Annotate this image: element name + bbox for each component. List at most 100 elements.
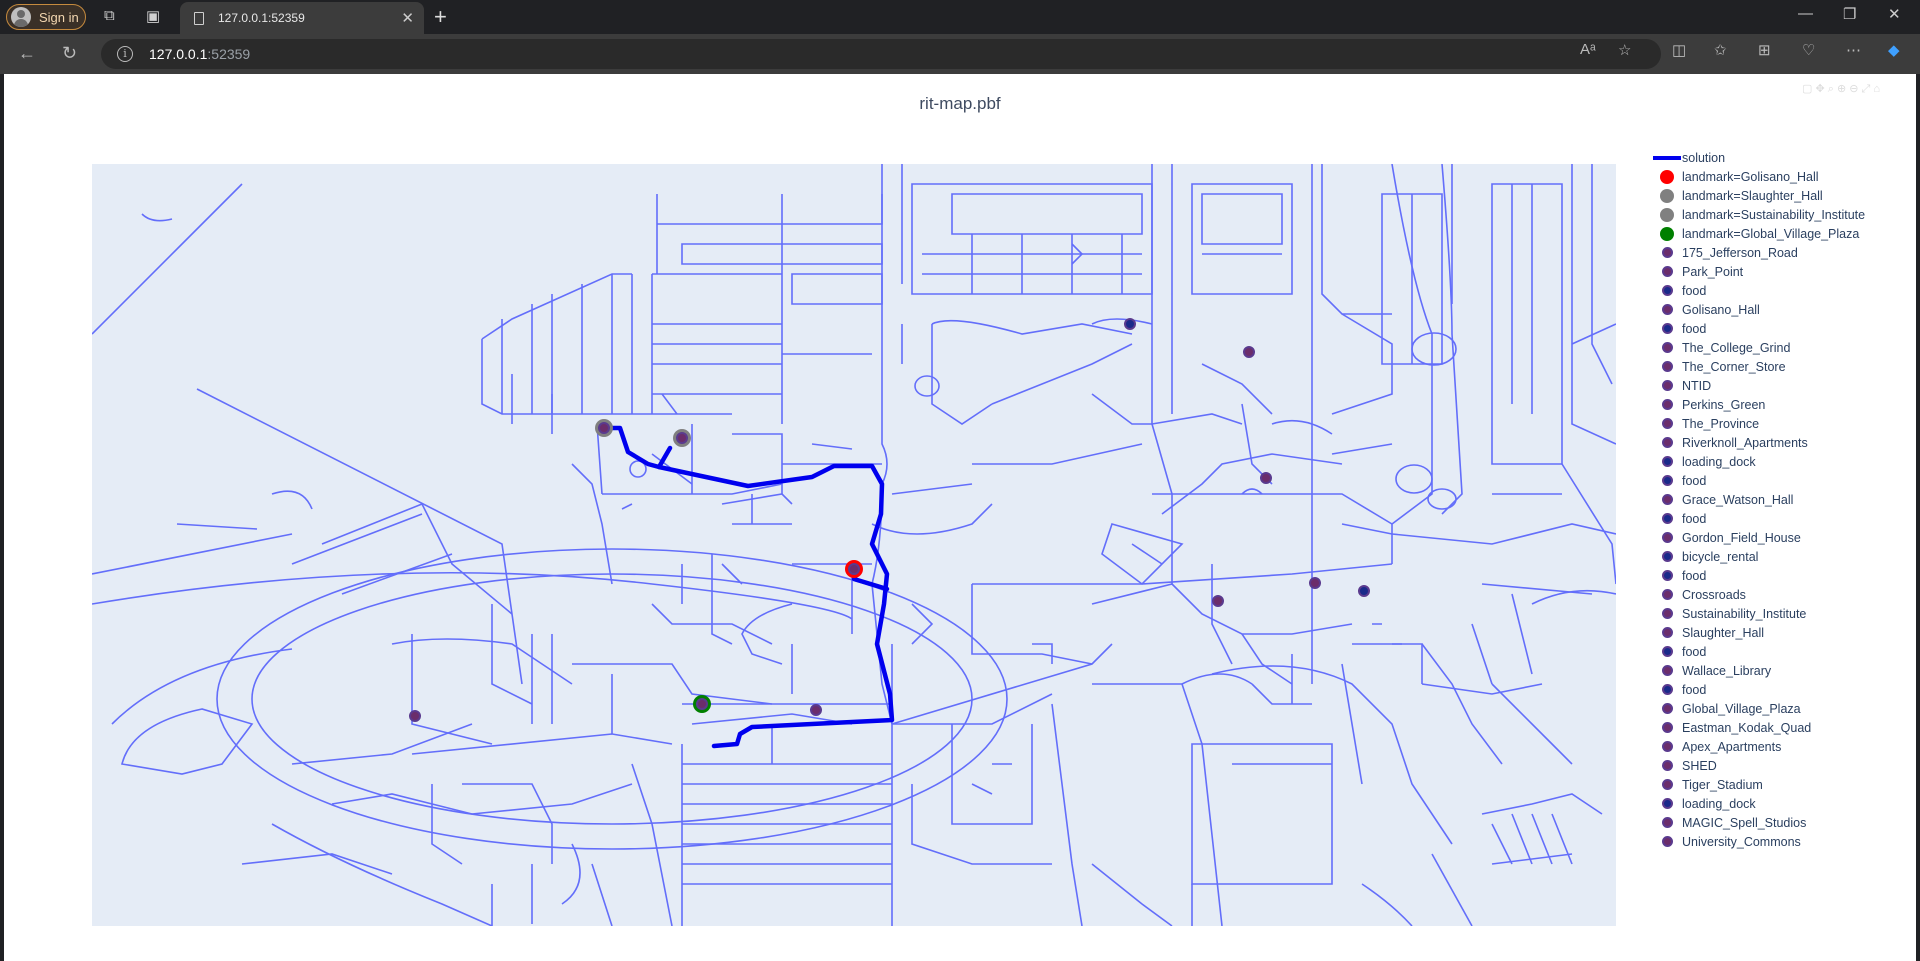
legend-item[interactable]: Global_Village_Plaza: [1644, 699, 1916, 718]
legend-item[interactable]: Crossroads: [1644, 585, 1916, 604]
legend-label: Tiger_Stadium: [1682, 777, 1763, 792]
legend-symbol: [1644, 699, 1682, 718]
split-screen-icon[interactable]: ◫: [1672, 41, 1686, 59]
collections-icon[interactable]: ⊞: [1758, 41, 1771, 59]
legend-symbol: [1644, 395, 1682, 414]
poi-marker[interactable]: [1309, 577, 1321, 589]
legend-item[interactable]: University_Commons: [1644, 832, 1916, 851]
legend-item[interactable]: food: [1644, 281, 1916, 300]
legend-item[interactable]: The_College_Grind: [1644, 338, 1916, 357]
legend-item[interactable]: Riverknoll_Apartments: [1644, 433, 1916, 452]
legend-symbol: [1644, 547, 1682, 566]
legend-item[interactable]: Eastman_Kodak_Quad: [1644, 718, 1916, 737]
map-svg[interactable]: [92, 164, 1616, 926]
legend-item[interactable]: Apex_Apartments: [1644, 737, 1916, 756]
legend-item[interactable]: The_Province: [1644, 414, 1916, 433]
legend-item[interactable]: food: [1644, 566, 1916, 585]
legend-item[interactable]: landmark=Golisano_Hall: [1644, 167, 1916, 186]
poi-marker[interactable]: [1212, 595, 1224, 607]
legend-symbol: [1644, 376, 1682, 395]
legend-item[interactable]: Perkins_Green: [1644, 395, 1916, 414]
browser-essentials-icon[interactable]: ♡: [1802, 41, 1815, 59]
legend-symbol: [1644, 623, 1682, 642]
legend-symbol: [1644, 813, 1682, 832]
more-menu-icon[interactable]: ⋯: [1846, 41, 1861, 59]
close-window-icon[interactable]: ✕: [1888, 5, 1901, 23]
legend-item[interactable]: SHED: [1644, 756, 1916, 775]
address-bar[interactable]: i 127.0.0.1 :52359: [101, 39, 1661, 69]
tab-actions-icon[interactable]: ▣: [146, 7, 160, 25]
legend-item[interactable]: food: [1644, 509, 1916, 528]
legend-item[interactable]: Gordon_Field_House: [1644, 528, 1916, 547]
legend-label: food: [1682, 511, 1707, 526]
legend-item[interactable]: Park_Point: [1644, 262, 1916, 281]
poi-marker[interactable]: [1124, 318, 1136, 330]
legend-symbol: [1644, 433, 1682, 452]
legend-label: Golisano_Hall: [1682, 302, 1760, 317]
url-port: :52359: [207, 46, 251, 62]
legend-item[interactable]: 175_Jefferson_Road: [1644, 243, 1916, 262]
legend-label: Grace_Watson_Hall: [1682, 492, 1794, 507]
sign-in-button[interactable]: Sign in: [6, 4, 86, 30]
legend-label: Gordon_Field_House: [1682, 530, 1801, 545]
legend-item[interactable]: landmark=Slaughter_Hall: [1644, 186, 1916, 205]
legend-item[interactable]: loading_dock: [1644, 452, 1916, 471]
copilot-icon[interactable]: ◆: [1888, 41, 1900, 59]
legend-item[interactable]: food: [1644, 471, 1916, 490]
poi-marker[interactable]: [848, 563, 860, 575]
poi-marker[interactable]: [598, 422, 610, 434]
read-aloud-icon[interactable]: Aᵃ: [1580, 41, 1596, 58]
legend-item[interactable]: solution: [1644, 148, 1916, 167]
legend-item[interactable]: Grace_Watson_Hall: [1644, 490, 1916, 509]
legend-item[interactable]: Tiger_Stadium: [1644, 775, 1916, 794]
legend-item[interactable]: bicycle_rental: [1644, 547, 1916, 566]
workspaces-icon[interactable]: ⧉: [104, 7, 115, 24]
legend-item[interactable]: food: [1644, 680, 1916, 699]
refresh-icon[interactable]: ↻: [62, 43, 77, 64]
legend-symbol: [1644, 471, 1682, 490]
legend-label: food: [1682, 644, 1707, 659]
legend-symbol: [1644, 585, 1682, 604]
favorites-icon[interactable]: ✩: [1714, 41, 1727, 59]
legend-item[interactable]: Golisano_Hall: [1644, 300, 1916, 319]
legend-item[interactable]: food: [1644, 319, 1916, 338]
legend-symbol: [1644, 490, 1682, 509]
legend-item[interactable]: food: [1644, 642, 1916, 661]
legend-item[interactable]: The_Corner_Store: [1644, 357, 1916, 376]
site-info-icon[interactable]: i: [117, 46, 133, 62]
legend-item[interactable]: NTID: [1644, 376, 1916, 395]
legend-item[interactable]: Slaughter_Hall: [1644, 623, 1916, 642]
map-markers[interactable]: [409, 318, 1370, 722]
restore-icon[interactable]: ❐: [1843, 5, 1856, 23]
poi-marker[interactable]: [810, 704, 822, 716]
legend-symbol: [1644, 718, 1682, 737]
legend-label: MAGIC_Spell_Studios: [1682, 815, 1807, 830]
poi-marker[interactable]: [676, 432, 688, 444]
legend-label: Crossroads: [1682, 587, 1746, 602]
poi-marker[interactable]: [1243, 346, 1255, 358]
poi-marker[interactable]: [1260, 472, 1272, 484]
legend-item[interactable]: Wallace_Library: [1644, 661, 1916, 680]
legend-item[interactable]: Sustainability_Institute: [1644, 604, 1916, 623]
tab-active[interactable]: 127.0.0.1:52359 ✕: [180, 2, 424, 34]
back-icon[interactable]: ←: [18, 43, 36, 64]
map-plot-area[interactable]: [92, 164, 1616, 926]
legend-label: The_Province: [1682, 416, 1760, 431]
new-tab-icon[interactable]: +: [434, 4, 447, 30]
close-tab-icon[interactable]: ✕: [401, 9, 414, 27]
legend-label: Wallace_Library: [1682, 663, 1772, 678]
poi-marker[interactable]: [696, 698, 708, 710]
address-toolbar: ← ↻ i 127.0.0.1 :52359 Aᵃ ☆ ◫ ✩ ⊞ ♡ ⋯ ◆: [0, 34, 1920, 74]
legend-symbol: [1644, 300, 1682, 319]
legend-item[interactable]: landmark=Sustainability_Institute: [1644, 205, 1916, 224]
favorite-star-icon[interactable]: ☆: [1618, 41, 1631, 59]
poi-marker[interactable]: [409, 710, 421, 722]
poi-marker[interactable]: [1358, 585, 1370, 597]
legend-item[interactable]: landmark=Global_Village_Plaza: [1644, 224, 1916, 243]
legend-item[interactable]: MAGIC_Spell_Studios: [1644, 813, 1916, 832]
legend-item[interactable]: loading_dock: [1644, 794, 1916, 813]
minimize-icon[interactable]: —: [1798, 5, 1813, 22]
legend-label: University_Commons: [1682, 834, 1801, 849]
legend-symbol: [1644, 528, 1682, 547]
legend-label: SHED: [1682, 758, 1717, 773]
